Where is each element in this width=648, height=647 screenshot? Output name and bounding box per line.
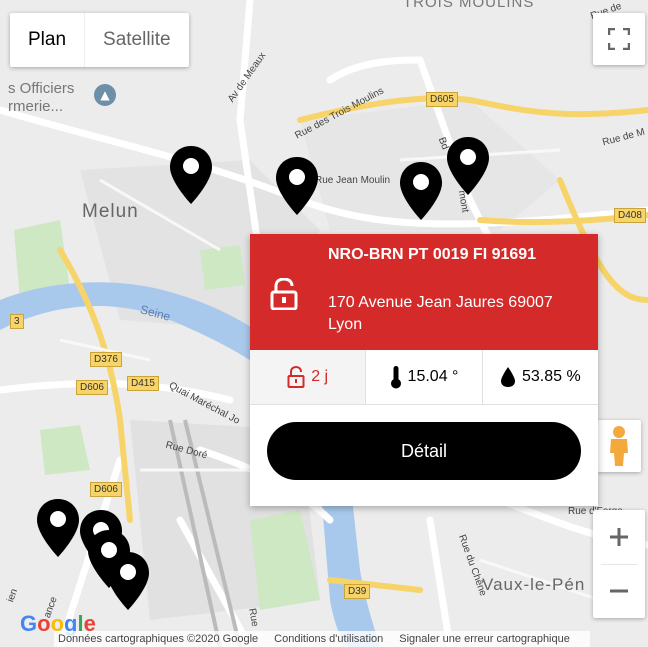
poi-icon[interactable]: ▲ — [94, 84, 116, 106]
pegman-icon — [610, 426, 628, 466]
info-window-header: NRO-BRN PT 0019 FI 91691 170 Avenue Jean… — [250, 234, 598, 350]
map-pin-icon — [107, 552, 149, 610]
info-stats-row: 2 j 15.04 ° 53.85 % — [250, 350, 598, 405]
map-type-plan-button[interactable]: Plan — [10, 13, 84, 67]
site-title: NRO-BRN PT 0019 FI 91691 — [328, 246, 537, 263]
temperature-value: 15.04 ° — [407, 368, 459, 385]
map-pin-icon — [276, 157, 318, 215]
road-badge-d606: D606 — [90, 482, 122, 497]
zoom-in-button[interactable] — [593, 510, 645, 564]
water-drop-icon — [500, 367, 515, 387]
map-type-control: Plan Satellite — [10, 13, 189, 67]
road-badge-d39: D39 — [344, 584, 371, 599]
map-pin-icon — [400, 162, 442, 220]
map-pin-icon — [37, 499, 79, 557]
report-error-link[interactable]: Signaler une erreur cartographique — [399, 633, 570, 645]
site-address: 170 Avenue Jean Jaures 69007 Lyon — [328, 294, 553, 333]
map-pin-marker[interactable] — [398, 160, 444, 222]
map-pin-icon — [447, 137, 489, 195]
humidity-stat: 53.85 % — [481, 350, 598, 404]
fullscreen-icon — [608, 28, 630, 50]
road-badge-d415: D415 — [127, 376, 159, 391]
zoom-control — [593, 510, 645, 618]
place-label-melun: Melun — [82, 201, 139, 222]
info-window: NRO-BRN PT 0019 FI 91691 170 Avenue Jean… — [250, 234, 598, 506]
terms-link[interactable]: Conditions d'utilisation — [274, 633, 383, 645]
detail-button[interactable]: Détail — [267, 422, 581, 480]
fullscreen-button[interactable] — [593, 13, 645, 65]
thermometer-icon — [390, 366, 401, 389]
map-data-attribution: Données cartographiques ©2020 Google — [58, 633, 259, 645]
lock-status-stat: 2 j — [250, 350, 366, 404]
temperature-stat: 15.04 ° — [365, 350, 481, 404]
place-label-trois-moulins: TROIS MOULINS — [403, 0, 535, 11]
place-label-vaux: Vaux-le-Pén — [482, 575, 586, 594]
zoom-out-button[interactable] — [593, 564, 645, 618]
lock-status-value: 2 j — [311, 368, 329, 385]
minus-icon — [610, 589, 628, 593]
street-view-pegman[interactable] — [597, 420, 641, 472]
map-pin-marker[interactable] — [168, 144, 214, 206]
unlock-icon — [270, 277, 298, 315]
map-canvas[interactable]: TROIS MOULINS s Officiers rmerie... ▲ Me… — [0, 0, 648, 647]
road-badge-d606: D606 — [76, 380, 108, 395]
road-badge-d605: D605 — [426, 92, 458, 107]
road-badge-d408: D408 — [614, 208, 646, 223]
humidity-value: 53.85 % — [521, 368, 581, 385]
map-pin-marker[interactable] — [445, 135, 491, 197]
plus-icon — [610, 528, 628, 546]
unlock-small-icon — [287, 366, 305, 388]
place-label-armerie: rmerie... — [8, 98, 64, 115]
road-badge-3: 3 — [10, 314, 24, 329]
map-type-satellite-button[interactable]: Satellite — [84, 13, 189, 67]
place-label-officiers: s Officiers — [8, 80, 75, 97]
street-label: Rue Jean Moulin — [315, 175, 391, 186]
map-pin-marker[interactable] — [105, 550, 151, 612]
map-pin-icon — [170, 146, 212, 204]
road-badge-d376: D376 — [90, 352, 122, 367]
map-pin-marker[interactable] — [274, 155, 320, 217]
map-pin-marker[interactable] — [35, 497, 81, 559]
map-attribution-bar: Données cartographiques ©2020 Google Con… — [54, 631, 590, 647]
zoom-divider — [601, 564, 637, 565]
